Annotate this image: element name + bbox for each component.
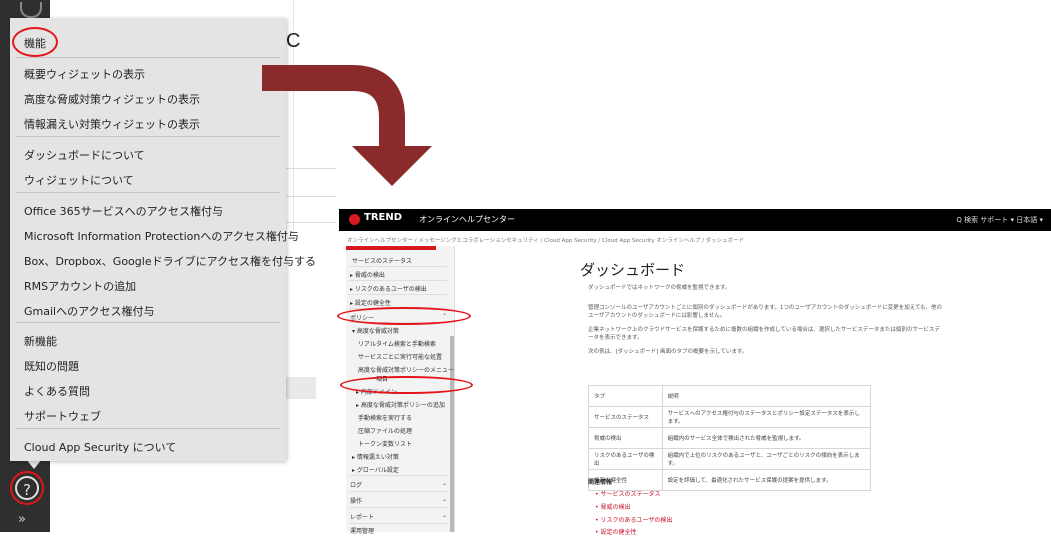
table-cell: リスクのあるユーザの検出 [588,448,663,470]
table-row: 設定の健全性 設定を評価して、最適化されたサービス保護の提案を提供します。 [588,469,872,491]
chevron-down-icon[interactable]: ⌄ [442,496,447,503]
sidebar-item[interactable]: ▸ リスクのあるユーザの検出 [350,284,427,293]
internal-domain-highlight [340,376,473,394]
sidebar-item[interactable]: ▸ 高度な脅威対策ポリシーの追加 [356,400,445,409]
sidebar-divider [349,280,447,281]
table-header: タブ [588,385,663,407]
body-text: 企業ネットワーク上のクラウドサービスを保護するために複数の組織を作成している場合… [588,327,940,333]
sidebar-item[interactable]: 高度な脅威対策ポリシーのメニュー [358,365,454,374]
related-link[interactable]: • 脅威の検出 [595,502,630,511]
intro-text: ダッシュボードではネットワークの脅威を監視できます。 [588,285,731,291]
breadcrumb[interactable]: オンラインヘルプセンター / メッセージングとコラボレーションセキュリティ / … [347,236,744,244]
help-center-header: TREND オンラインヘルプセンター Q 検索 サポート ▾ 日本語 ▾ [339,209,1051,231]
sidebar-divider [349,523,447,524]
sidebar-item[interactable]: リアルタイム検索と手動検索 [358,339,436,348]
sidebar-item[interactable]: ▸ 情報漏えい対策 [352,452,399,461]
sidebar-item[interactable]: トークン変数リスト [358,439,412,448]
table-cell: 組織内で上位のリスクのあるユーザと、ユーザごとのリスクの傾向を表示します。 [661,448,872,470]
help-center-page: TREND オンラインヘルプセンター Q 検索 サポート ▾ 日本語 ▾ オンラ… [337,209,1051,536]
table-cell: 設定を評価して、最適化されたサービス保護の提案を提供します。 [661,469,872,491]
table-cell: サービスへのアクセス権付与のステータスとポリシー設定ステータスを表示します。 [661,406,872,428]
related-link[interactable]: • サービスのステータス [595,489,660,498]
related-link[interactable]: • リスクのあるユーザの検出 [595,515,672,524]
sidebar-item[interactable]: ログ [350,480,362,489]
dashboard-tabs-table: タブ 説明 サービスのステータス サービスへのアクセス権付与のステータスとポリシー設… [588,385,872,491]
table-row: リスクのあるユーザの検出 組織内で上位のリスクのあるユーザと、ユーザごとのリスクの… [588,448,872,470]
policy-highlight [337,307,471,325]
sidebar-item[interactable]: 操作 [350,496,362,505]
body-text: ユーザアカウントのダッシュボードには影響しません。 [588,313,726,319]
sidebar-divider [349,491,447,492]
sidebar-item[interactable]: サービスごとに実行可能な処置 [358,352,442,361]
help-center-title[interactable]: オンラインヘルプセンター [419,214,515,225]
related-link-label[interactable]: サービスのステータス [600,491,660,498]
related-link-label[interactable]: リスクのあるユーザの検出 [600,517,672,524]
sidebar-item[interactable]: 運用管理 [350,526,374,535]
related-info-heading: 関連情報 [588,479,613,486]
sidebar-active-bar [346,246,436,250]
table-row: サービスのステータス サービスへのアクセス権付与のステータスとポリシー設定ステータ… [588,406,872,428]
sidebar-item[interactable]: ▸ グローバル設定 [352,465,399,474]
chevron-down-icon[interactable]: ⌄ [442,512,447,519]
body-text: 管理コンソールのユーザアカウントごとに個別のダッシュボードがあります。1つのユー… [588,305,943,311]
table-cell: 組織内のサービス全体で検出された脅威を監視します。 [661,427,872,449]
related-link-label[interactable]: 設定の健全性 [600,529,636,536]
sidebar-item[interactable]: サービスのステータス [352,256,412,265]
sidebar-divider [349,294,447,295]
header-actions[interactable]: Q 検索 サポート ▾ 日本語 ▾ [956,215,1043,225]
sidebar-divider [349,507,447,508]
sidebar-divider [349,475,447,476]
sidebar-item[interactable]: 手動検索を実行する [358,413,412,422]
chevron-down-icon[interactable]: ⌄ [442,480,447,487]
sidebar-item[interactable]: レポート [350,512,374,521]
trend-logo-icon [349,214,360,225]
related-link-label[interactable]: 脅威の検出 [600,504,630,511]
sidebar-item[interactable]: 圧縮ファイルの処理 [358,426,412,435]
sidebar-divider [349,266,447,267]
trend-logo-text: TREND [364,212,403,223]
body-text: 次の表は、[ダッシュボード] 画面のタブの概要を示しています。 [588,349,748,355]
arrow-shaft [262,65,405,148]
table-row: タブ 説明 [588,385,872,407]
sidebar-item[interactable]: ▸ 設定の健全性 [350,298,391,307]
body-text: ータを表示できます。 [588,335,643,341]
sidebar-item[interactable]: ▸ 脅威の検出 [350,270,385,279]
table-row: 脅威の検出 組織内のサービス全体で検出された脅威を監視します。 [588,427,872,449]
page-title: ダッシュボード [580,261,686,279]
table-cell: 脅威の検出 [588,427,663,449]
arrow-head [352,146,432,186]
table-header: 説明 [661,385,872,407]
sidebar-item[interactable]: ▾ 高度な脅威対策 [352,326,399,335]
table-cell: サービスのステータス [588,406,663,428]
